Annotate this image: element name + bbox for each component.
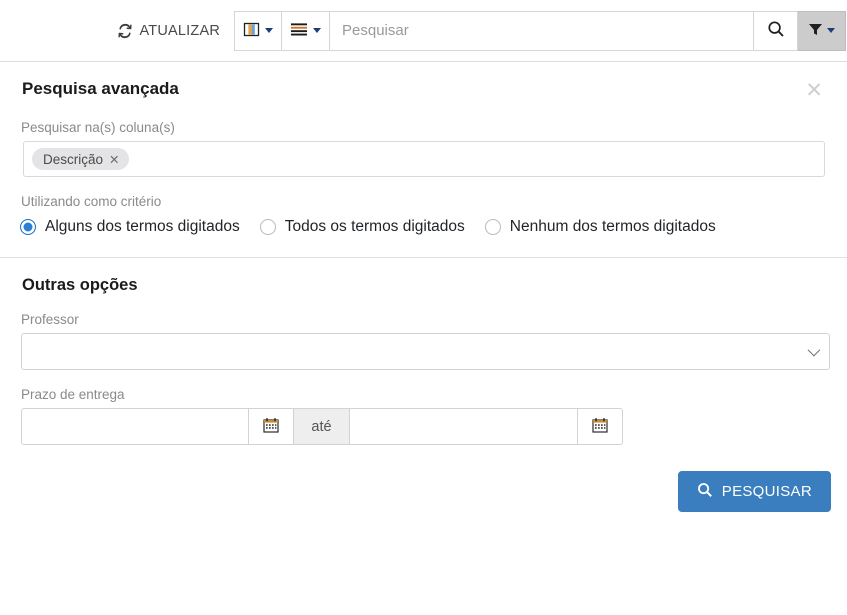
criteria-option-some[interactable]: Alguns dos termos digitados xyxy=(20,218,240,236)
chevron-down-icon xyxy=(265,28,273,33)
calendar-icon xyxy=(263,417,279,436)
list-lines-icon xyxy=(290,22,308,39)
chevron-down-icon xyxy=(313,28,321,33)
top-toolbar: ATUALIZAR xyxy=(0,0,847,62)
chevron-down-icon xyxy=(827,28,835,33)
magnifier-icon xyxy=(767,20,785,41)
date-range-separator: até xyxy=(294,408,350,445)
column-tag[interactable]: Descrição ✕ xyxy=(32,148,129,170)
panel-footer: PESQUISAR xyxy=(0,445,847,512)
tag-remove-icon[interactable]: ✕ xyxy=(109,152,119,167)
columns-field-label: Pesquisar na(s) coluna(s) xyxy=(21,120,175,135)
radio-icon-selected[interactable] xyxy=(20,219,36,235)
row-density-button[interactable] xyxy=(282,10,330,51)
close-panel-button[interactable]: ✕ xyxy=(801,78,827,103)
panel-header: Pesquisa avançada ✕ xyxy=(0,62,847,103)
criteria-option-none[interactable]: Nenhum dos termos digitados xyxy=(484,218,716,236)
chevron-down-icon xyxy=(807,343,821,357)
filter-toggle-button[interactable] xyxy=(798,10,846,51)
magnifier-icon xyxy=(697,482,713,502)
refresh-button[interactable]: ATUALIZAR xyxy=(111,17,235,45)
submit-search-label: PESQUISAR xyxy=(721,483,812,500)
columns-tags-input[interactable]: Descrição ✕ xyxy=(23,141,825,177)
deadline-end-input[interactable] xyxy=(350,408,578,445)
search-group xyxy=(330,10,847,51)
deadline-range-group: até xyxy=(21,408,634,445)
criteria-radio-group: Alguns dos termos digitados Todos os ter… xyxy=(20,218,847,236)
other-options-title: Outras opções xyxy=(22,276,138,294)
column-tag-label: Descrição xyxy=(43,151,104,167)
funnel-icon xyxy=(808,22,823,40)
criteria-field-label: Utilizando como critério xyxy=(21,194,162,209)
view-button-group xyxy=(234,10,330,51)
search-submit-button[interactable] xyxy=(754,10,798,51)
deadline-start-input[interactable] xyxy=(21,408,249,445)
radio-icon[interactable] xyxy=(259,219,276,235)
columns-icon xyxy=(243,21,260,41)
advanced-search-panel: Pesquisa avançada ✕ Pesquisar na(s) colu… xyxy=(0,62,847,512)
panel-title: Pesquisa avançada xyxy=(22,79,179,98)
refresh-icon xyxy=(117,23,133,39)
professor-select[interactable] xyxy=(21,333,830,370)
professor-field-label: Professor xyxy=(21,312,79,327)
criteria-option-all[interactable]: Todos os termos digitados xyxy=(259,218,465,236)
radio-icon[interactable] xyxy=(484,219,501,235)
calendar-icon xyxy=(592,417,608,436)
search-input[interactable] xyxy=(330,10,754,51)
deadline-end-calendar-button[interactable] xyxy=(578,408,623,445)
submit-search-button[interactable]: PESQUISAR xyxy=(677,471,831,512)
deadline-start-calendar-button[interactable] xyxy=(249,408,294,445)
deadline-field-label: Prazo de entrega xyxy=(21,387,125,402)
refresh-label: ATUALIZAR xyxy=(139,22,220,39)
criteria-option-label: Todos os termos digitados xyxy=(284,218,465,235)
section-divider xyxy=(0,257,847,258)
criteria-option-label: Nenhum dos termos digitados xyxy=(509,218,716,235)
columns-toggle-button[interactable] xyxy=(234,10,282,51)
criteria-option-label: Alguns dos termos digitados xyxy=(45,218,240,235)
